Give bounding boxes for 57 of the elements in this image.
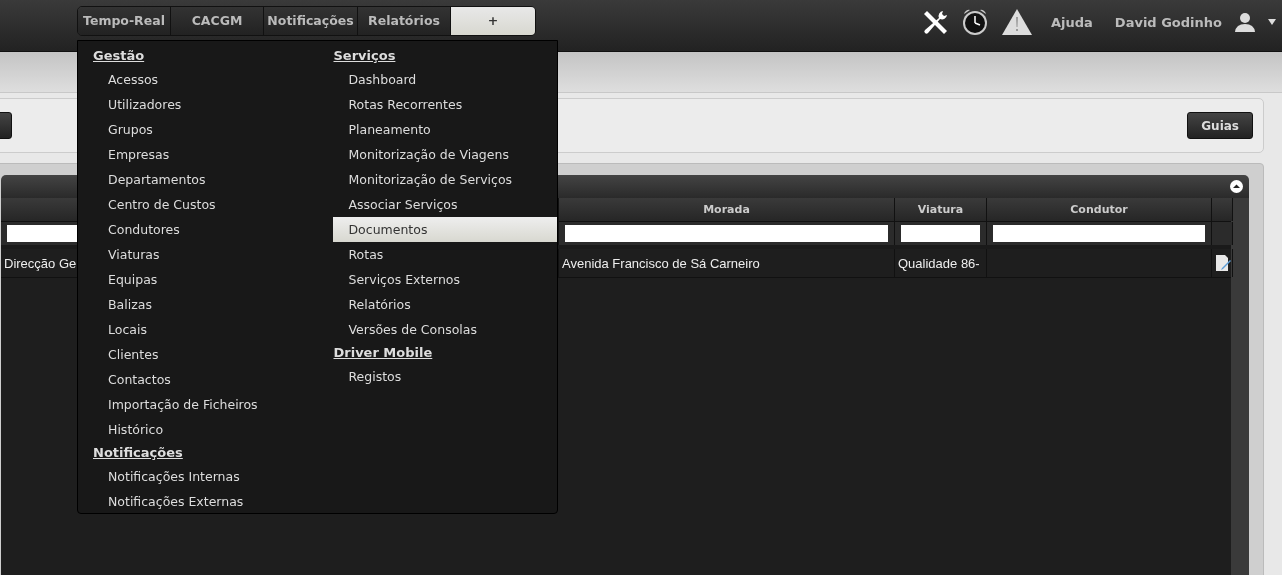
alarm-clock-icon[interactable] — [961, 8, 989, 36]
nav-tab[interactable]: + — [451, 7, 535, 35]
menu-item[interactable]: Monitorização de Serviços — [333, 167, 557, 192]
user-icon[interactable] — [1234, 12, 1256, 32]
menu-item[interactable]: Clientes — [93, 342, 334, 367]
nav-tab[interactable]: Notificações — [264, 7, 358, 35]
collapse-icon[interactable] — [1230, 180, 1243, 193]
menu-item[interactable]: Relatórios — [333, 292, 557, 317]
menu-item[interactable]: Histórico — [93, 417, 334, 442]
menu-item[interactable]: Notificações Externas — [93, 489, 334, 514]
edit-document-icon[interactable] — [1215, 255, 1231, 271]
menu-heading: Driver Mobile — [333, 344, 434, 362]
menu-item[interactable]: Rotas Recorrentes — [333, 92, 557, 117]
menu-item[interactable]: Centro de Custos — [93, 192, 334, 217]
menu-item[interactable]: Contactos — [93, 367, 334, 392]
guides-button[interactable]: Guias — [1187, 112, 1253, 139]
help-link[interactable]: Ajuda — [1051, 14, 1093, 30]
column-header[interactable]: Condutor — [987, 198, 1212, 221]
nav-tab[interactable]: Relatórios — [358, 7, 451, 35]
menu-item[interactable]: Condutores — [93, 217, 334, 242]
table-cell: Direcção Ge — [4, 255, 77, 271]
menu-item[interactable]: Equipas — [93, 267, 334, 292]
menu-heading: Notificações — [93, 444, 184, 462]
nav-tab[interactable]: CACGM — [171, 7, 264, 35]
menu-item[interactable]: Viaturas — [93, 242, 334, 267]
filter-field[interactable] — [901, 225, 980, 242]
menu-item[interactable]: Acessos — [93, 67, 334, 92]
menu-item[interactable]: Balizas — [93, 292, 334, 317]
table-cell: Avenida Francisco de Sá Carneiro — [562, 255, 760, 271]
caret-icon[interactable] — [1268, 19, 1276, 25]
menu-item[interactable]: Monitorização de Viagens — [333, 142, 557, 167]
table-cell: Qualidade 86- — [898, 255, 980, 271]
menu-item[interactable]: Departamentos — [93, 167, 334, 192]
column-header[interactable]: Viatura — [895, 198, 987, 221]
menu-item[interactable]: Locais — [93, 317, 334, 342]
column-header[interactable]: Morada — [559, 198, 895, 221]
menu-item[interactable]: Documentos — [333, 217, 557, 242]
menu-item[interactable]: Rotas — [333, 242, 557, 267]
menu-item[interactable]: Serviços Externos — [333, 267, 557, 292]
menu-item[interactable]: Importação de Ficheiros — [93, 392, 334, 417]
filter-field[interactable] — [565, 225, 888, 242]
menu-item[interactable]: Associar Serviços — [333, 192, 557, 217]
menu-item[interactable]: Notificações Internas — [93, 464, 334, 489]
menu-heading: Gestão — [93, 47, 146, 65]
user-name[interactable]: David Godinho — [1114, 14, 1222, 30]
menu-item[interactable]: Dashboard — [333, 67, 557, 92]
menu-item[interactable]: Registos — [333, 364, 557, 389]
tools-icon[interactable] — [923, 9, 949, 35]
menu-item[interactable]: Grupos — [93, 117, 334, 142]
menu-heading: Serviços — [333, 47, 397, 65]
filter-field[interactable] — [993, 225, 1205, 242]
warning-icon[interactable] — [1001, 8, 1033, 36]
menu-item[interactable]: Utilizadores — [93, 92, 334, 117]
menu-item[interactable]: Versões de Consolas — [333, 317, 557, 342]
menu-item[interactable]: Planeamento — [333, 117, 557, 142]
menu-item[interactable]: Empresas — [93, 142, 334, 167]
nav-tab[interactable]: Tempo-Real — [78, 7, 171, 35]
